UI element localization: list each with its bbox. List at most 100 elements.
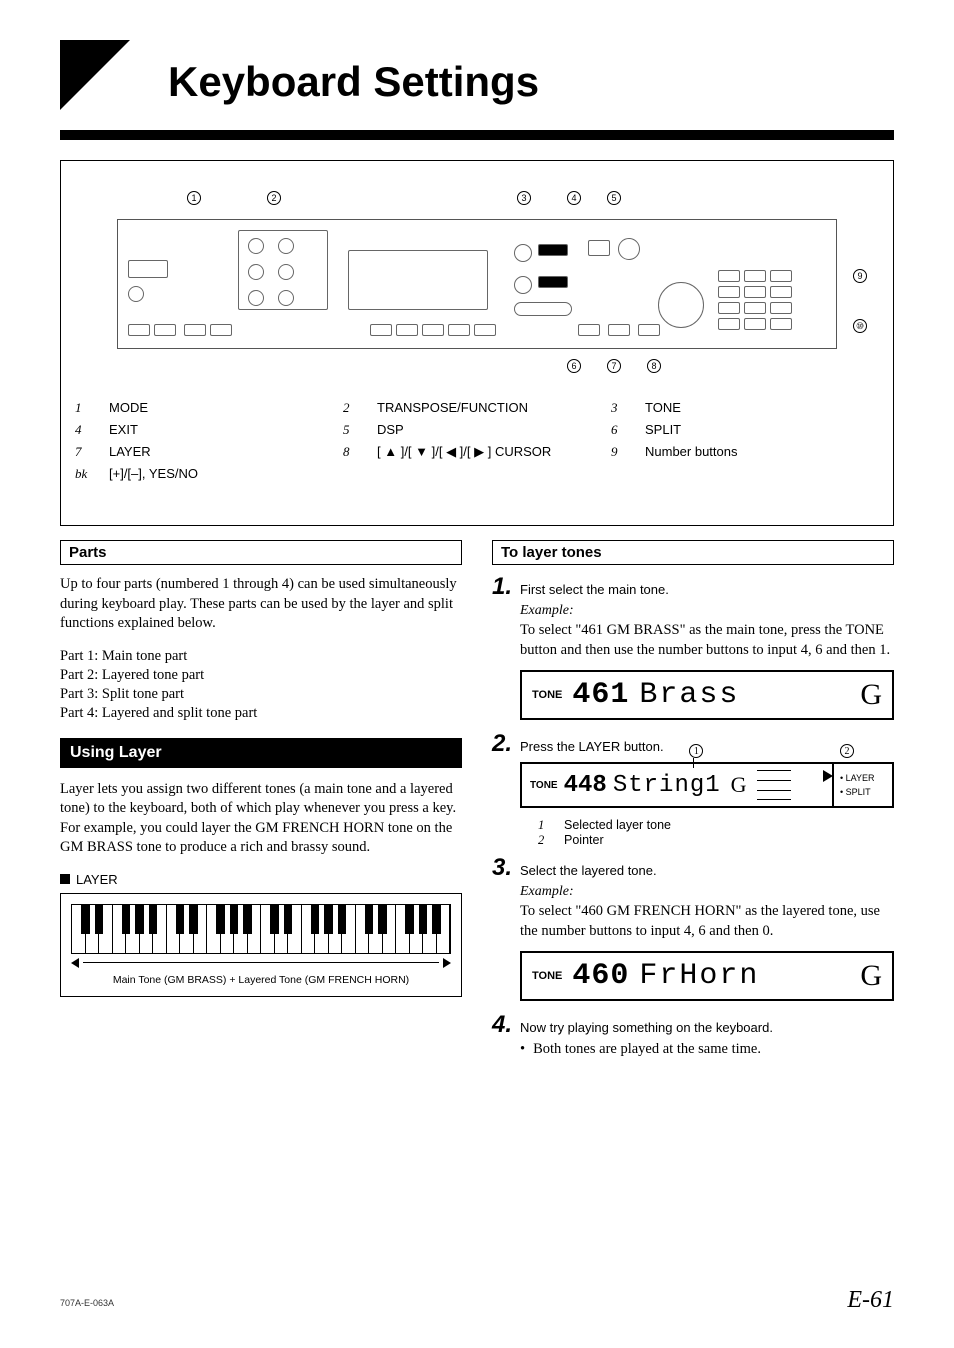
keyboard-figure: Main Tone (GM BRASS) + Layered Tone (GM … (60, 893, 462, 997)
diagram-callout: ⑩ (853, 319, 867, 333)
legend-num: 8 (343, 441, 363, 463)
legend-label: SPLIT (645, 419, 681, 441)
bullet-icon: • (520, 1041, 525, 1058)
square-bullet-icon (60, 874, 70, 884)
side-label: • SPLIT (840, 787, 892, 797)
diagram-callout: 1 (187, 191, 201, 205)
diagram-callout: 9 (853, 269, 867, 283)
display-2-legend: 1Selected layer tone 2Pointer (538, 818, 894, 848)
display-3: TONE 460 FrHorn G (520, 951, 894, 1001)
legend-label: DSP (377, 419, 404, 441)
legend-label: EXIT (109, 419, 138, 441)
using-layer-para: Layer lets you assign two different tone… (60, 780, 462, 858)
legend-label: TRANSPOSE/FUNCTION (377, 397, 528, 419)
footer-left: 707A-E-063A (60, 1298, 114, 1308)
legend-label: [+]/[–], YES/NO (109, 463, 198, 485)
keyboard-range-bar (71, 958, 451, 968)
staff-icon (757, 770, 791, 800)
step-number: 4. (492, 1013, 512, 1037)
display-number: 460 (572, 959, 629, 993)
panel-legend: 1 MODE 2 TRANSPOSE/FUNCTION 3 TONE 4 EXIT 5D… (75, 397, 879, 485)
parts-list-item: Part 4: Layered and split tone part (60, 705, 462, 722)
legend-label: MODE (109, 397, 148, 419)
body-columns: Parts Up to four parts (numbered 1 throu… (60, 540, 894, 1268)
keyboard-figure-caption: Main Tone (GM BRASS) + Layered Tone (GM … (71, 974, 451, 986)
display-2-main: 1 2 TONE 448 String1 G (522, 764, 832, 806)
title-rule (60, 130, 894, 140)
step-text: Press the LAYER button. (520, 739, 664, 754)
left-column: Parts Up to four parts (numbered 1 throu… (60, 540, 462, 1268)
page: Keyboard Settings 1 2 3 4 5 (60, 40, 894, 1308)
panel-diagram: 1 2 3 4 5 (117, 179, 837, 379)
diagram-panel-strip (117, 219, 837, 349)
mini-legend-text: Pointer (564, 833, 604, 848)
step-text: First select the main tone. (520, 582, 669, 597)
example-label: Example: (520, 603, 894, 619)
parts-list: Part 1: Main tone part Part 2: Layered t… (60, 648, 462, 722)
display-label: TONE (532, 970, 562, 982)
range-line (83, 962, 439, 963)
parts-heading: Parts (60, 540, 462, 565)
display-2: 1 2 TONE 448 String1 G • LAYER • SPLIT (520, 762, 894, 808)
mini-legend-num: 1 (538, 818, 552, 833)
mini-legend-text: Selected layer tone (564, 818, 671, 833)
legend-num: 4 (75, 419, 95, 441)
diagram-callout: 7 (607, 359, 621, 373)
step-text: Now try playing something on the keyboar… (520, 1020, 773, 1035)
parts-intro: Up to four parts (numbered 1 through 4) … (60, 575, 462, 634)
keyboard-keys (71, 904, 451, 954)
step-4: 4. Now try playing something on the keyb… (492, 1013, 894, 1037)
display-label: TONE (530, 780, 558, 791)
legend-num: 2 (343, 397, 363, 419)
display-1: TONE 461 Brass G (520, 670, 894, 720)
step-text: Select the layered tone. (520, 863, 657, 878)
display-text: FrHorn (639, 959, 759, 993)
bullet-text: Both tones are played at the same time. (533, 1041, 761, 1058)
display-g: G (860, 678, 882, 712)
page-title: Keyboard Settings (168, 58, 539, 106)
diagram-callout: 3 (517, 191, 531, 205)
layer-figure-label: LAYER (60, 872, 462, 887)
legend-num: 6 (611, 419, 631, 441)
example-label: Example: (520, 884, 894, 900)
diagram-callout: 5 (607, 191, 621, 205)
legend-num: bk (75, 463, 95, 485)
step-number: 3. (492, 856, 512, 880)
step-number: 1. (492, 575, 512, 599)
display-number: 461 (572, 678, 629, 712)
side-label: • LAYER (840, 773, 892, 783)
parts-list-item: Part 3: Split tone part (60, 686, 462, 703)
to-layer-heading: To layer tones (492, 540, 894, 565)
footer-right: E-61 (847, 1287, 894, 1314)
display-g: G (860, 959, 882, 993)
example-body: To select "461 GM BRASS" as the main ton… (520, 621, 894, 660)
diagram-callout: 6 (567, 359, 581, 373)
parts-list-item: Part 1: Main tone part (60, 648, 462, 665)
parts-list-item: Part 2: Layered tone part (60, 667, 462, 684)
legend-num: 9 (611, 441, 631, 463)
legend-num: 1 (75, 397, 95, 419)
using-layer-heading: Using Layer (60, 738, 462, 768)
legend-label: LAYER (109, 441, 151, 463)
step-1: 1. First select the main tone. (492, 575, 894, 599)
step-3: 3. Select the layered tone. (492, 856, 894, 880)
display-label: TONE (532, 689, 562, 701)
display-text: String1 (613, 772, 721, 799)
arrow-left-icon (71, 958, 79, 968)
layer-figure-label-text: LAYER (76, 872, 118, 887)
arrow-right-icon (443, 958, 451, 968)
legend-num: 5 (343, 419, 363, 441)
display-g: G (731, 772, 747, 798)
step-number: 2. (492, 732, 512, 756)
example-body: To select "460 GM FRENCH HORN" as the la… (520, 902, 894, 941)
callout-line (693, 758, 694, 768)
legend-label: Number buttons (645, 441, 738, 463)
right-column: To layer tones 1. First select the main … (492, 540, 894, 1268)
legend-label: TONE (645, 397, 681, 419)
diagram-callout: 4 (567, 191, 581, 205)
panel-diagram-box: 1 2 3 4 5 (60, 160, 894, 526)
legend-num: 3 (611, 397, 631, 419)
display-text: Brass (639, 678, 739, 712)
step-4-bullet: • Both tones are played at the same time. (520, 1041, 894, 1058)
pointer-icon (823, 770, 833, 782)
